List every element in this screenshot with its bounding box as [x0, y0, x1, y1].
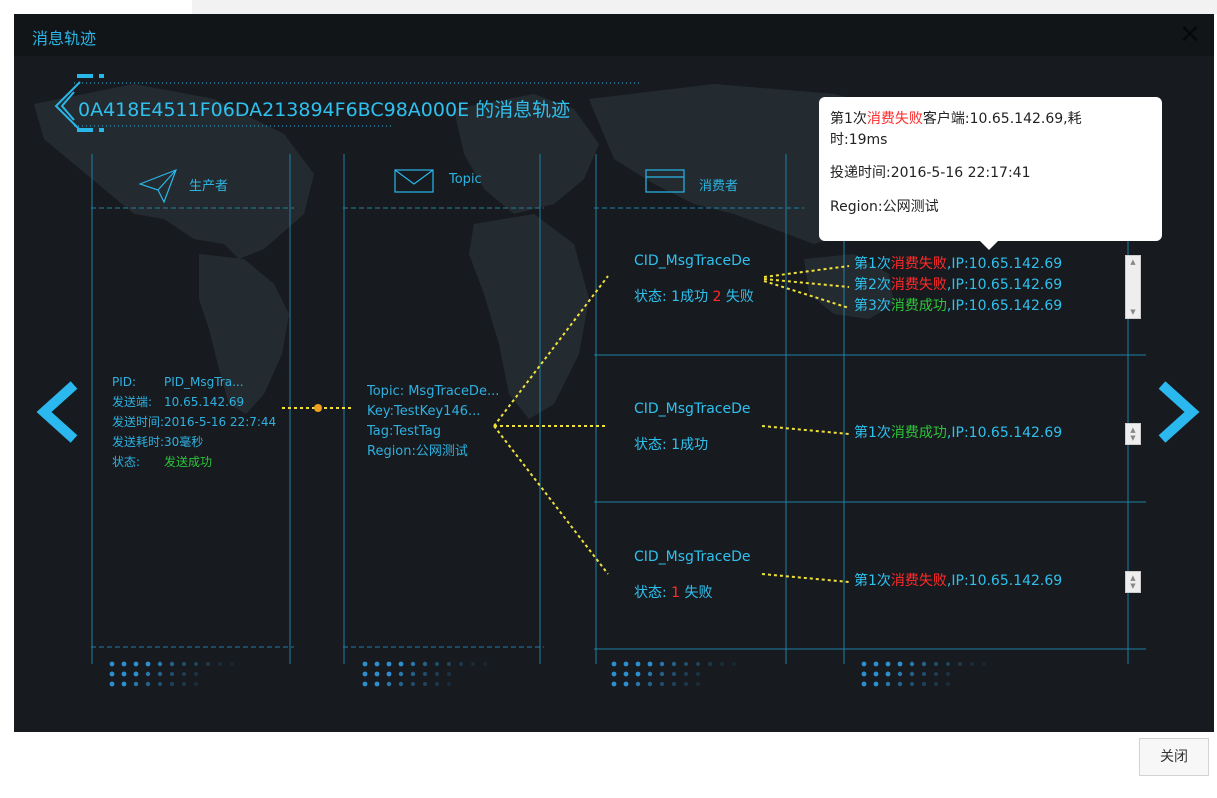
close-icon[interactable]: ✕ — [1177, 20, 1203, 50]
envelope-icon — [394, 169, 434, 193]
tooltip-line-1-cont: 时:19ms — [830, 132, 888, 148]
send-time-value: 2016-5-16 22:7:44 — [164, 415, 277, 429]
consumer-attempts: 第1次消费失败,IP:10.65.142.69 — [854, 571, 1062, 592]
trace-modal: 消息轨迹 ✕ 0A418E4511F06DA213894F6BC98A000E … — [14, 14, 1214, 732]
attempts-scrollbar[interactable]: ▲ ▼ — [1125, 423, 1141, 445]
pid-value: PID_MsgTra... — [164, 375, 244, 389]
consumer-status: 状态: 1成功 2 失败 — [634, 289, 754, 305]
close-button[interactable]: 关闭 — [1139, 738, 1209, 776]
consumer-cid: CID_MsgTraceDe — [634, 549, 751, 565]
consumer-status: 状态: 1 失败 — [634, 585, 713, 601]
page-background-strip — [192, 0, 1217, 14]
attempts-scrollbar[interactable]: ▲ ▼ — [1125, 571, 1141, 593]
chevron-left-icon[interactable] — [34, 381, 78, 443]
tag-line: Tag:TestTag — [367, 424, 441, 439]
status-value: 发送成功 — [164, 455, 213, 469]
consumer-cid: CID_MsgTraceDe — [634, 401, 751, 417]
send-cost-value: 30毫秒 — [164, 435, 204, 449]
attempt-line[interactable]: 第1次消费失败,IP:10.65.142.69 — [854, 571, 1062, 592]
sender-value: 10.65.142.69 — [164, 395, 245, 409]
consumer-attempts: 第1次消费成功,IP:10.65.142.69 — [854, 423, 1062, 444]
key-line: Key:TestKey146... — [367, 404, 481, 419]
column-header-topic: Topic — [449, 172, 482, 187]
column-header-consumer: 消费者 — [699, 179, 739, 194]
topic-line: Topic: MsgTraceDe... — [367, 384, 500, 399]
status-label: 状态: — [112, 455, 141, 469]
attempt-line[interactable]: 第3次消费成功,IP:10.65.142.69 — [854, 296, 1062, 317]
attempt-tooltip: 第1次消费失败客户端:10.65.142.69,耗 时:19ms 投递时间:20… — [819, 97, 1162, 250]
tooltip-region: Region:公网测试 — [830, 199, 939, 215]
column-header-producer: 生产者 — [189, 179, 229, 194]
tooltip-line-1: 第1次消费失败客户端:10.65.142.69,耗 — [830, 111, 1082, 127]
consumer-cid: CID_MsgTraceDe — [634, 253, 751, 269]
sender-label: 发送端: — [112, 395, 153, 409]
send-cost-label: 发送耗时: — [112, 435, 165, 449]
attempt-line[interactable]: 第1次消费成功,IP:10.65.142.69 — [854, 423, 1062, 444]
pid-label: PID: — [112, 375, 137, 389]
attempt-line[interactable]: 第2次消费失败,IP:10.65.142.69 — [854, 275, 1062, 296]
region-line: Region:公网测试 — [367, 444, 468, 459]
topic-details: Topic: MsgTraceDe... Key:TestKey146... T… — [367, 382, 499, 462]
consumer-status: 状态: 1成功 — [634, 437, 709, 453]
consumer-attempts: 第1次消费失败,IP:10.65.142.69 第2次消费失败,IP:10.65… — [854, 254, 1062, 317]
attempts-scrollbar[interactable]: ▲ ▼ — [1125, 255, 1141, 319]
send-time-label: 发送时间: — [112, 415, 165, 429]
trace-title: 0A418E4511F06DA213894F6BC98A000E 的消息轨迹 — [78, 99, 571, 121]
tooltip-delivery-time: 投递时间:2016-5-16 22:17:41 — [830, 165, 1031, 181]
modal-header: 消息轨迹 ✕ — [14, 14, 1214, 56]
modal-title: 消息轨迹 — [32, 29, 97, 48]
chevron-right-icon[interactable] — [1158, 381, 1202, 443]
attempt-line[interactable]: 第1次消费失败,IP:10.65.142.69 — [854, 254, 1062, 275]
